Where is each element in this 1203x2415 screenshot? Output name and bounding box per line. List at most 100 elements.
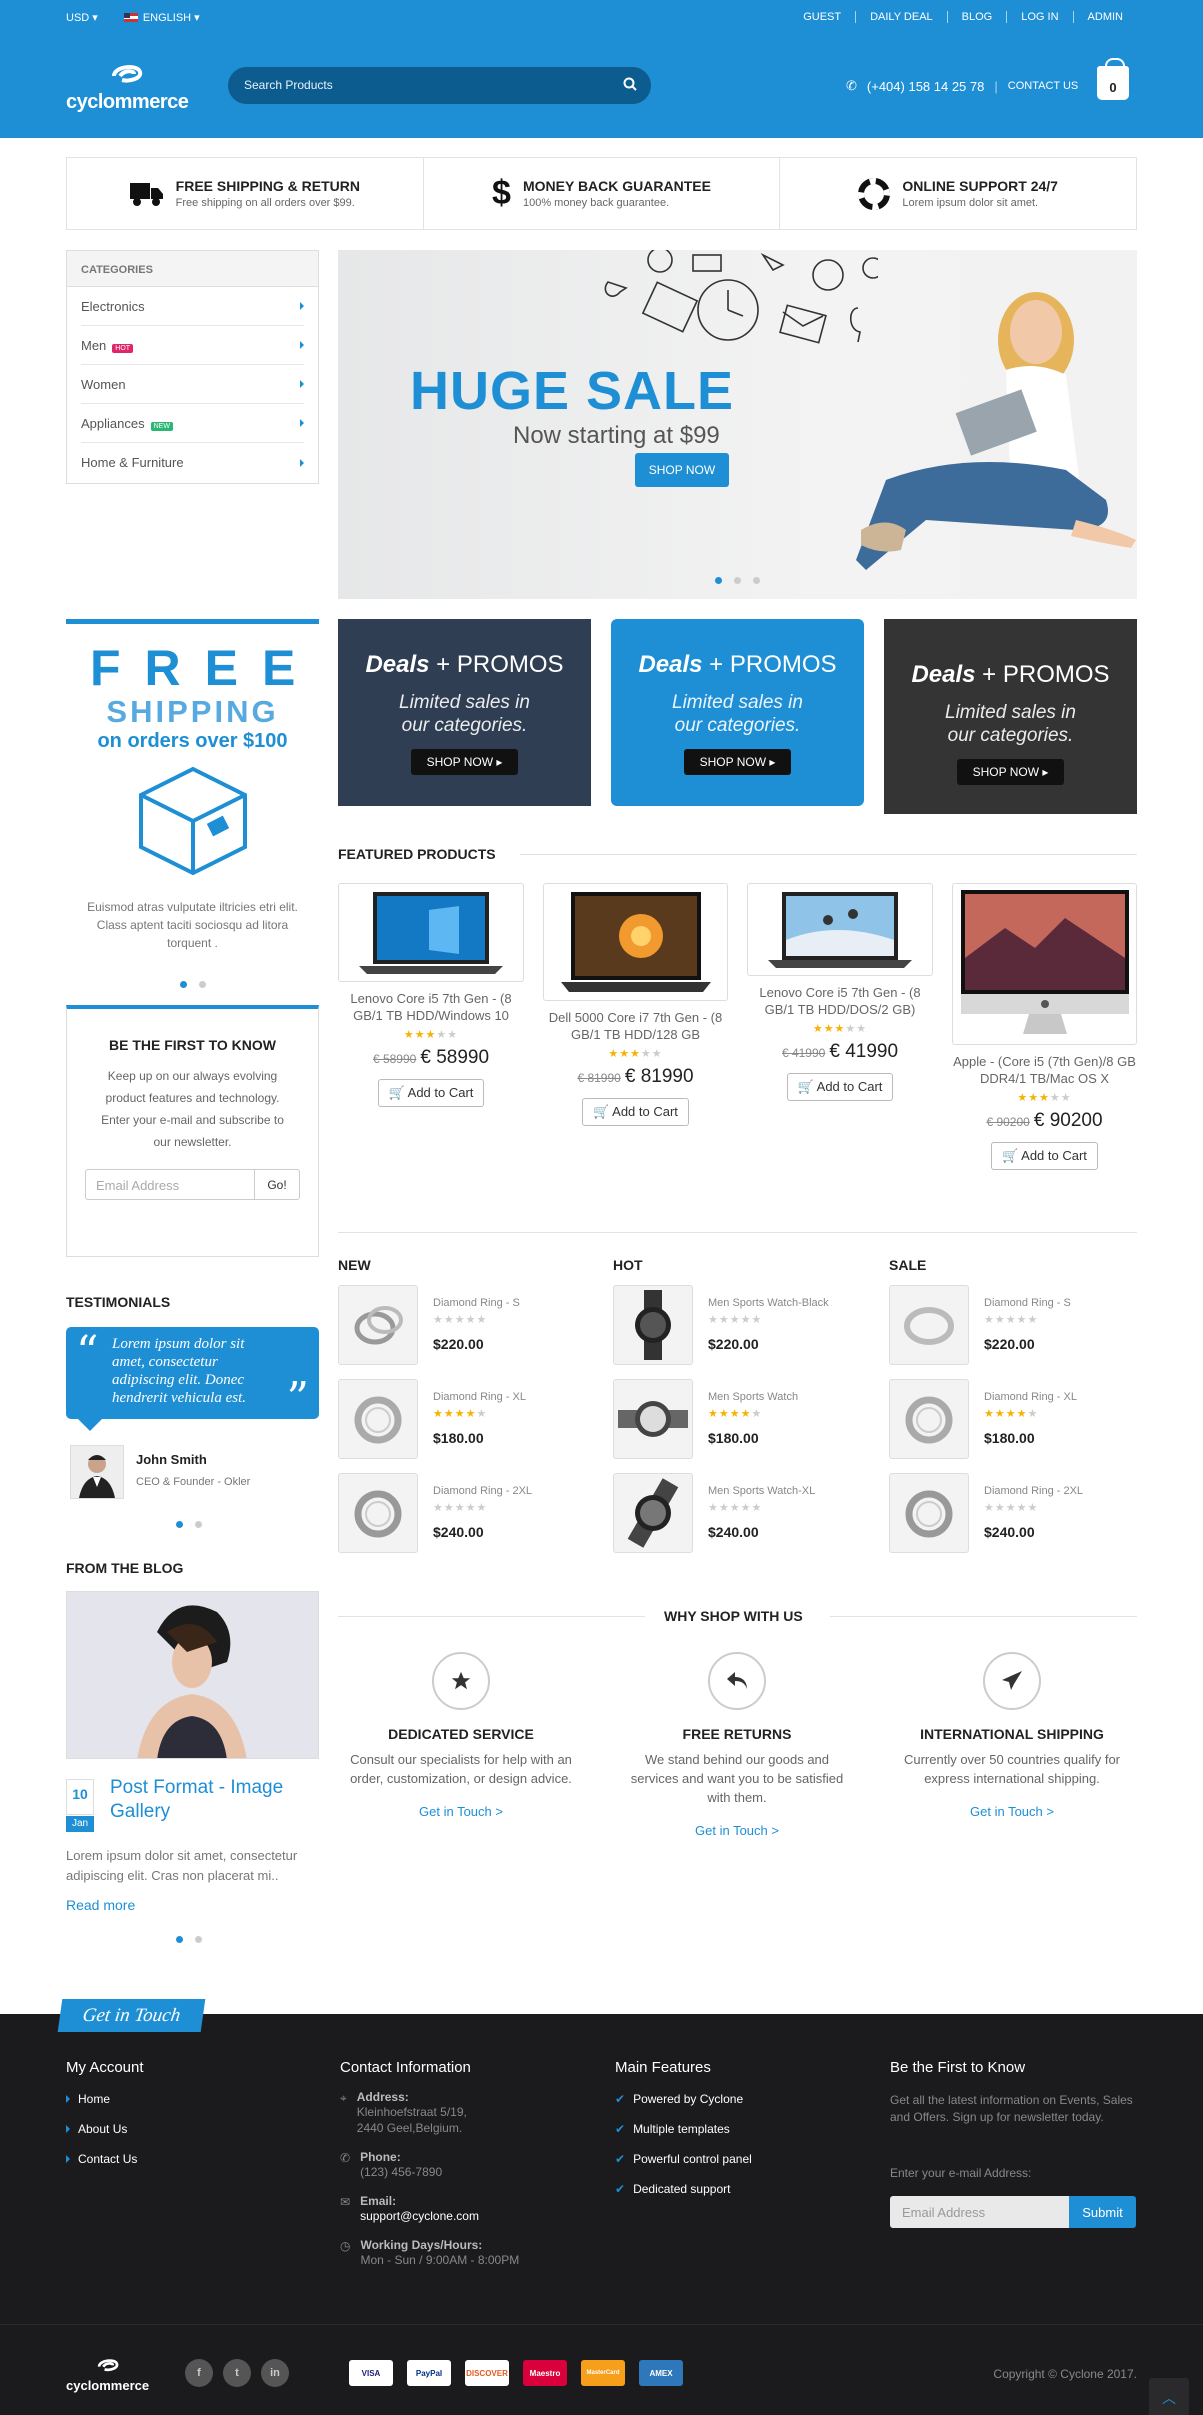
linkedin-icon[interactable]: in [261,2359,289,2387]
get-in-touch-link[interactable]: Get in Touch > [346,1804,576,1819]
category-item-women[interactable]: Women [81,365,304,404]
address-line: 2440 Geel,Belgium. [356,2121,463,2135]
product-name[interactable]: Lenovo Core i5 7th Gen - (8 GB/1 TB HDD/… [747,984,933,1018]
item-name[interactable]: Men Sports Watch [708,1391,798,1403]
ring-image[interactable] [889,1285,969,1365]
item-name[interactable]: Diamond Ring - 2XL [984,1485,1083,1497]
blog-image[interactable] [66,1591,319,1759]
list-item[interactable]: Diamond Ring - 2XL ★★★★★ $240.00 [338,1473,532,1553]
get-in-touch-link[interactable]: Get in Touch > [622,1823,852,1838]
logo[interactable]: cyclommerce [66,62,189,114]
ring-image[interactable] [338,1473,418,1553]
product-card-3[interactable]: Lenovo Core i5 7th Gen - (8 GB/1 TB HDD/… [747,883,933,1101]
admin-link[interactable]: ADMIN [1072,11,1137,23]
login-link[interactable]: LOG IN [1006,11,1072,23]
banner-pagination[interactable] [709,572,766,587]
watch-image[interactable] [613,1473,693,1553]
freeship-pagination[interactable] [66,976,319,991]
guest-link[interactable]: GUEST [789,11,855,23]
product-image[interactable] [952,883,1137,1045]
contact-us-link[interactable]: CONTACT US [1008,80,1079,92]
cart-button[interactable]: 0 [1097,58,1129,100]
blog-post-title[interactable]: Post Format - Image Gallery [110,1776,310,1824]
promo-card-3[interactable]: Deals + PROMOS Limited sales in our categ… [884,619,1137,814]
item-name[interactable]: Diamond Ring - 2XL [433,1485,532,1497]
footer-email-input[interactable]: Email Address [890,2196,1069,2228]
product-card-2[interactable]: Dell 5000 Core i7 7th Gen - (8 GB/1 TB H… [543,883,728,1126]
product-name[interactable]: Lenovo Core i5 7th Gen - (8 GB/1 TB HDD/… [338,990,524,1024]
language-selector[interactable]: ENGLISH ▾ [123,11,200,24]
testimonial-pagination[interactable] [170,1516,208,1531]
add-to-cart-button[interactable]: 🛒 Add to Cart [991,1142,1098,1170]
promo-card-1[interactable]: Deals + PROMOS Limited sales in our categ… [338,619,591,806]
twitter-icon[interactable]: t [223,2359,251,2387]
list-item[interactable]: Diamond Ring - XL ★★★★★ $180.00 [889,1379,1083,1459]
promo-shop-now-button[interactable]: SHOP NOW ▸ [956,759,1065,785]
product-image[interactable] [747,883,933,976]
slide-dot[interactable] [715,577,722,584]
category-item-electronics[interactable]: Electronics [81,287,304,326]
footer-submit-button[interactable]: Submit [1069,2196,1136,2228]
item-name[interactable]: Diamond Ring - S [433,1297,520,1309]
newsletter-email-input[interactable]: Email Address [85,1169,255,1200]
footer-logo[interactable]: cyclommerce [66,2357,149,2393]
slide-dot[interactable] [176,1936,183,1943]
search-input[interactable]: Search Products [228,67,651,104]
product-name[interactable]: Dell 5000 Core i7 7th Gen - (8 GB/1 TB H… [543,1009,728,1043]
footer-link-about[interactable]: About Us [66,2122,144,2136]
email-link[interactable]: support@cyclone.com [360,2208,479,2224]
product-name[interactable]: Apple - (Core i5 (7th Gen)/8 GB DDR4/1 T… [952,1053,1137,1087]
promo-shop-now-button[interactable]: SHOP NOW ▸ [683,749,792,775]
get-in-touch-link[interactable]: Get in Touch > [897,1804,1127,1819]
footer-link-contact[interactable]: Contact Us [66,2152,144,2166]
list-item[interactable]: Diamond Ring - S ★★★★★ $220.00 [338,1285,532,1365]
facebook-icon[interactable]: f [185,2359,213,2387]
search-icon[interactable] [623,77,637,91]
newsletter-go-button[interactable]: Go! [255,1169,300,1200]
ring-image[interactable] [889,1473,969,1553]
item-price: $220.00 [984,1336,1035,1352]
list-item[interactable]: Diamond Ring - S ★★★★★ $220.00 [889,1285,1083,1365]
read-more-link[interactable]: Read more [66,1897,135,1913]
promo-card-2[interactable]: Deals + PROMOS Limited sales in our categ… [611,619,864,806]
ring-image[interactable] [338,1379,418,1459]
blog-pagination[interactable] [170,1931,208,1946]
watch-image[interactable] [613,1379,693,1459]
currency-selector[interactable]: USD ▾ [66,11,98,24]
item-name[interactable]: Diamond Ring - XL [433,1391,526,1403]
slide-dot[interactable] [198,981,206,988]
list-item[interactable]: Diamond Ring - 2XL ★★★★★ $240.00 [889,1473,1083,1553]
slide-dot[interactable] [753,577,760,584]
slide-dot[interactable] [195,1521,202,1528]
category-item-home-furniture[interactable]: Home & Furniture [81,443,304,482]
product-card-4[interactable]: Apple - (Core i5 (7th Gen)/8 GB DDR4/1 T… [952,883,1137,1170]
add-to-cart-button[interactable]: 🛒 Add to Cart [786,1073,894,1101]
ring-image[interactable] [338,1285,418,1365]
back-to-top-button[interactable]: ︿ [1149,2378,1189,2415]
category-item-men[interactable]: Men HOT [81,326,304,365]
product-card-1[interactable]: Lenovo Core i5 7th Gen - (8 GB/1 TB HDD/… [338,883,524,1107]
slide-dot[interactable] [179,981,187,988]
list-item[interactable]: Men Sports Watch-Black ★★★★★ $220.00 [613,1285,829,1365]
ring-image[interactable] [889,1379,969,1459]
blog-link[interactable]: BLOG [946,11,1007,23]
item-name[interactable]: Men Sports Watch-Black [708,1297,829,1309]
list-item[interactable]: Diamond Ring - XL ★★★★★ $180.00 [338,1379,532,1459]
footer-link-home[interactable]: Home [66,2092,144,2106]
product-image[interactable] [338,883,524,982]
list-item[interactable]: Men Sports Watch-XL ★★★★★ $240.00 [613,1473,829,1553]
slide-dot[interactable] [176,1521,183,1528]
watch-image[interactable] [613,1285,693,1365]
promo-shop-now-button[interactable]: SHOP NOW ▸ [410,749,519,775]
item-name[interactable]: Diamond Ring - S [984,1297,1071,1309]
list-item[interactable]: Men Sports Watch ★★★★★ $180.00 [613,1379,829,1459]
daily-deal-link[interactable]: DAILY DEAL [855,11,947,23]
product-image[interactable] [543,883,728,1001]
item-name[interactable]: Men Sports Watch-XL [708,1485,815,1497]
slide-dot[interactable] [195,1936,202,1943]
item-name[interactable]: Diamond Ring - XL [984,1391,1077,1403]
slide-dot[interactable] [734,577,741,584]
add-to-cart-button[interactable]: 🛒 Add to Cart [582,1098,689,1126]
add-to-cart-button[interactable]: 🛒 Add to Cart [377,1079,485,1107]
category-item-appliances[interactable]: Appliances NEW [81,404,304,443]
